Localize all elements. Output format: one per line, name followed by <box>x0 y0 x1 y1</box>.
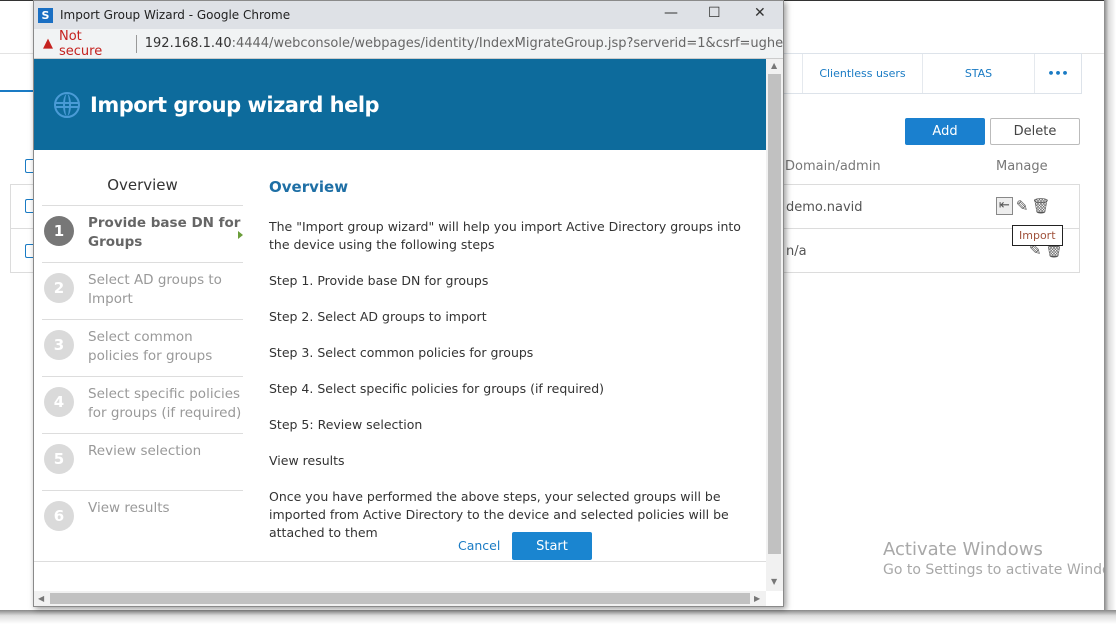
domain-cell: demo.navid <box>786 200 863 215</box>
scroll-up-icon[interactable]: ▲ <box>771 61 777 70</box>
watermark-subtitle: Go to Settings to activate Windows. <box>883 562 1116 578</box>
step-number: 4 <box>44 387 74 417</box>
activate-windows-watermark: Activate Windows Go to Settings to activ… <box>883 539 1116 578</box>
url-host: 192.168.1.40 <box>144 36 232 51</box>
step-3[interactable]: 3 Select common policies for groups <box>42 320 243 377</box>
tab-stas[interactable]: STAS <box>923 54 1035 93</box>
wizard-title: Import group wizard help <box>90 92 380 117</box>
add-button[interactable]: Add <box>905 118 985 145</box>
tab-partial[interactable] <box>781 54 803 93</box>
step-text: Step 4. Select specific policies for gro… <box>269 381 605 396</box>
step-2[interactable]: 2 Select AD groups to Import <box>42 263 243 320</box>
title-bar[interactable]: S Import Group Wizard - Google Chrome — … <box>34 1 783 29</box>
step-label: Provide base DN for Groups <box>88 215 241 250</box>
vertical-scrollbar[interactable]: ▲ ▼ <box>766 59 783 591</box>
maximize-button[interactable]: ☐ <box>708 5 721 21</box>
screenshot-shadow <box>1104 0 1116 624</box>
step-6[interactable]: 6 View results <box>42 491 243 548</box>
step-number: 2 <box>44 273 74 303</box>
edit-icon[interactable]: ✎ <box>1016 197 1029 215</box>
domain-cell: n/a <box>786 244 807 259</box>
scroll-thumb[interactable] <box>768 74 781 554</box>
sophos-logo-icon: S <box>38 7 53 23</box>
divider <box>135 34 137 53</box>
summary-text: Once you have performed the above steps,… <box>269 489 729 540</box>
column-header-manage: Manage <box>996 159 1048 174</box>
more-tabs-button[interactable]: ••• <box>1035 54 1081 93</box>
trash-icon[interactable]: 🗑 <box>1031 197 1050 215</box>
step-text: Step 5: Review selection <box>269 417 423 432</box>
scroll-down-icon[interactable]: ▼ <box>771 577 777 586</box>
wizard-content: Import group wizard help Overview 1 Provi… <box>34 59 766 591</box>
watermark-title: Activate Windows <box>883 539 1043 560</box>
warning-icon: ▲ <box>43 36 53 51</box>
overview-heading: Overview <box>269 178 349 196</box>
step-text: Step 3. Select common policies for group… <box>269 345 534 360</box>
window-title: Import Group Wizard - Google Chrome <box>60 8 291 22</box>
overview-panel: Overview The "Import group wizard" will … <box>269 178 749 560</box>
address-bar[interactable]: ▲ Not secure 192.168.1.40:4444/webconsol… <box>34 29 783 59</box>
step-number: 1 <box>44 216 74 246</box>
wizard-header: Import group wizard help <box>34 59 766 150</box>
caret-right-icon <box>238 231 243 239</box>
nav-overview[interactable]: Overview <box>42 176 243 206</box>
security-status[interactable]: Not secure <box>59 29 128 59</box>
step-label: View results <box>88 500 170 516</box>
step-text: Step 1. Provide base DN for groups <box>269 273 489 288</box>
step-text: Step 2. Select AD groups to import <box>269 309 487 324</box>
url-path: :4444/webconsole/webpages/identity/Index… <box>231 36 783 51</box>
step-number: 3 <box>44 330 74 360</box>
tab-bar: Clientless users STAS ••• <box>780 53 1082 94</box>
minimize-button[interactable]: — <box>664 5 678 21</box>
step-number: 5 <box>44 444 74 474</box>
scroll-right-icon[interactable]: ▶ <box>754 594 760 603</box>
step-4[interactable]: 4 Select specific policies for groups (if… <box>42 377 243 434</box>
intro-text: The "Import group wizard" will help you … <box>269 219 741 252</box>
manage-actions: ⇤ ✎ 🗑 <box>996 197 1051 215</box>
column-header-domain: Domain/admin <box>785 159 881 174</box>
scroll-left-icon[interactable]: ◀ <box>38 594 44 603</box>
step-number: 6 <box>44 501 74 531</box>
chrome-popup-window: S Import Group Wizard - Google Chrome — … <box>33 0 784 607</box>
horizontal-scrollbar[interactable]: ◀ ▶ <box>34 591 766 606</box>
scroll-thumb[interactable] <box>50 593 750 604</box>
screenshot-shadow <box>0 610 1116 624</box>
close-button[interactable]: ✕ <box>754 5 766 21</box>
steps-nav: Overview 1 Provide base DN for Groups 2 Se… <box>42 176 243 548</box>
delete-button[interactable]: Delete <box>990 118 1080 145</box>
globe-icon <box>54 91 80 118</box>
step-label: Select common policies for groups <box>88 329 213 364</box>
url-text[interactable]: 192.168.1.40:4444/webconsole/webpages/id… <box>145 36 783 51</box>
import-icon[interactable]: ⇤ <box>996 197 1013 215</box>
divider <box>34 561 766 562</box>
cancel-button[interactable]: Cancel <box>458 538 500 553</box>
tab-clientless-users[interactable]: Clientless users <box>803 54 923 93</box>
import-tooltip: Import <box>1012 225 1063 246</box>
active-tab-indicator <box>0 90 33 92</box>
step-5[interactable]: 5 Review selection <box>42 434 243 491</box>
step-text: View results <box>269 453 345 468</box>
step-1[interactable]: 1 Provide base DN for Groups <box>42 206 243 263</box>
step-label: Select AD groups to Import <box>88 272 222 307</box>
start-button[interactable]: Start <box>512 532 592 560</box>
step-label: Select specific policies for groups (if … <box>88 386 242 421</box>
step-label: Review selection <box>88 443 202 459</box>
